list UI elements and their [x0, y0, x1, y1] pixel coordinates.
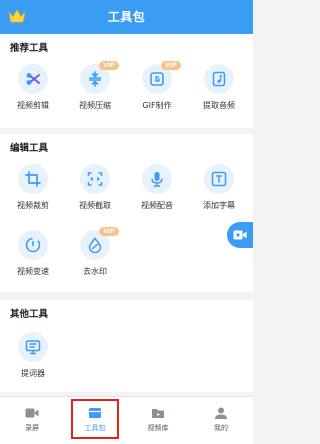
tab-record[interactable]: 录屏	[7, 397, 57, 444]
scissors-icon	[18, 64, 48, 94]
video-library-icon	[152, 409, 164, 418]
section-title: 推荐工具	[10, 43, 49, 54]
tab-video-library[interactable]: 视频库	[133, 397, 183, 444]
teleprompter-icon	[18, 332, 48, 362]
vip-badge: VIP	[161, 61, 181, 70]
tool-label: 添加字幕	[203, 201, 235, 210]
video-camera-icon	[233, 230, 247, 240]
tool-label: 视频变速	[17, 267, 49, 276]
page-title: 工具包	[107, 10, 146, 24]
tool-label: 视频剪辑	[17, 101, 49, 110]
tab-label: 录屏	[25, 424, 39, 432]
app-header: 工具包	[0, 0, 253, 34]
tab-profile[interactable]: 我的	[196, 397, 246, 444]
trim-icon	[80, 164, 110, 194]
tool-label: 去水印	[83, 267, 107, 276]
speed-icon	[18, 230, 48, 260]
subtitle-icon	[204, 164, 234, 194]
tool-label: 提取音频	[203, 101, 235, 110]
recommended-tools-section: 推荐工具 视频剪辑 VIP 视频压缩 VIP GIF制作 提取音频	[0, 34, 253, 128]
tab-label: 视频库	[147, 424, 169, 432]
vip-badge: VIP	[99, 227, 119, 236]
section-title: 其他工具	[10, 309, 49, 320]
record-icon	[25, 408, 39, 418]
tool-label: GIF制作	[142, 101, 172, 110]
floating-record-button[interactable]	[227, 222, 253, 248]
vip-badge: VIP	[99, 61, 119, 70]
tool-label: 视频截取	[79, 201, 111, 210]
tool-label: 视频裁剪	[17, 201, 49, 210]
highlight-box	[71, 399, 119, 439]
profile-icon	[215, 407, 227, 419]
tab-label: 我的	[214, 424, 228, 432]
microphone-icon	[142, 164, 172, 194]
tool-label: 视频压缩	[79, 101, 111, 110]
other-tools-section: 其他工具 提词器	[0, 300, 253, 392]
section-title: 编辑工具	[10, 143, 49, 154]
music-file-icon	[204, 64, 234, 94]
tool-label: 视频配音	[141, 201, 173, 210]
crop-icon	[18, 164, 48, 194]
tool-label: 提词器	[21, 369, 45, 378]
bottom-tab-bar: 录屏 工具包 视频库 我的	[0, 396, 253, 444]
editing-tools-section: 编辑工具 视频裁剪 视频截取 视频配音 添加字幕 视频变速 VIP 去水印	[0, 134, 253, 292]
